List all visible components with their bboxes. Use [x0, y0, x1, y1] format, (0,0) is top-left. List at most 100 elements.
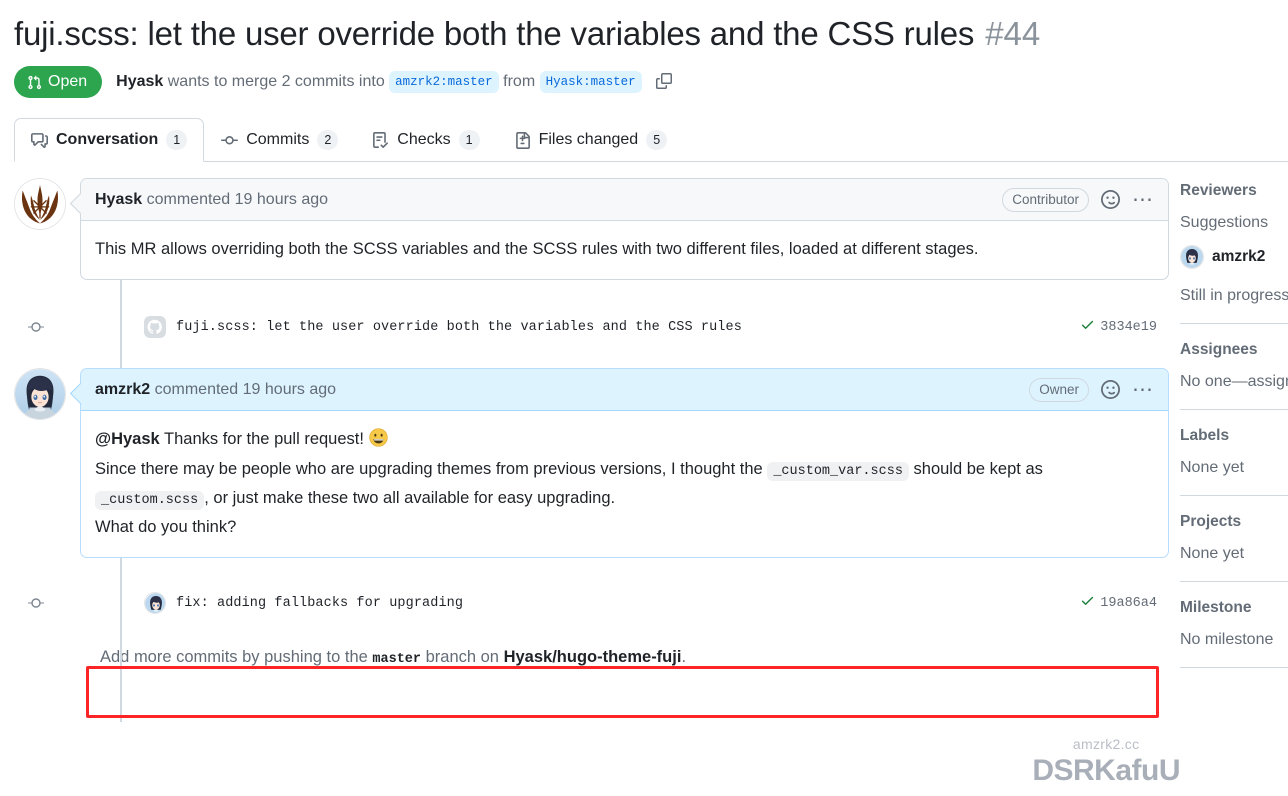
- pull-request-page: fuji.scss: let the user override both th…: [0, 0, 1288, 796]
- comment-card: amzrk2 commented 19 hours ago Owner ⋯ @H…: [80, 368, 1169, 558]
- comment-action: commented: [146, 190, 231, 208]
- pr-subheader: Open Hyask wants to merge 2 commits into…: [0, 56, 1288, 98]
- comment-thread: Hyask commented 19 hours ago Contributor: [14, 178, 1169, 280]
- comment-author[interactable]: Hyask: [95, 191, 142, 208]
- sidebar-labels-title[interactable]: Labels: [1180, 427, 1288, 445]
- git-commit-icon: [221, 132, 239, 149]
- comment-header: amzrk2 commented 19 hours ago Owner ⋯: [81, 369, 1168, 411]
- sidebar-milestone-value: No milestone: [1180, 631, 1274, 648]
- pr-tabs: Conversation 1 Commits 2 Checks 1 Files …: [14, 118, 1288, 162]
- comment-header: Hyask commented 19 hours ago Contributor: [81, 179, 1168, 221]
- divider: [1180, 667, 1288, 668]
- jedi-order-avatar: [15, 179, 65, 229]
- kebab-menu-icon[interactable]: ⋯: [1132, 379, 1154, 400]
- comment-header-actions: Contributor ⋯: [1002, 187, 1154, 212]
- note-prefix: Add more commits by pushing to the: [100, 648, 368, 666]
- commit-hash-group: 19a86a4: [1080, 593, 1169, 613]
- sidebar-reviewers-subtitle: Suggestions: [1180, 214, 1269, 231]
- note-middle: branch on: [425, 648, 499, 666]
- avatar[interactable]: [14, 368, 66, 420]
- watermark-site: amzrk2.cc: [1072, 736, 1140, 752]
- sidebar-reviewer-name: amzrk2: [1212, 248, 1266, 265]
- base-branch-chip[interactable]: amzrk2:master: [389, 70, 499, 93]
- sidebar-labels-value: None yet: [1180, 459, 1245, 476]
- tab-files-changed-count: 5: [646, 130, 668, 150]
- sidebar-reviewers-title[interactable]: Reviewers: [1180, 182, 1288, 200]
- sidebar-milestone-title[interactable]: Milestone: [1180, 599, 1288, 617]
- commit-dot-icon: [28, 595, 44, 611]
- comment-discussion-icon: [31, 132, 48, 149]
- sidebar-projects-value: None yet: [1180, 545, 1245, 562]
- comment-line-4: What do you think?: [95, 518, 237, 536]
- file-diff-icon: [514, 131, 531, 149]
- comment-text: This MR allows overriding both the SCSS …: [95, 240, 979, 258]
- sidebar-assignees-value[interactable]: No one—assign: [1180, 373, 1288, 391]
- note-repo[interactable]: Hyask/hugo-theme-fuji: [504, 648, 682, 666]
- commit-sha[interactable]: 19a86a4: [1100, 596, 1157, 611]
- tab-commits[interactable]: Commits 2: [204, 118, 355, 162]
- sidebar-section-projects: Projects None yet: [1169, 513, 1288, 563]
- tab-conversation-count: 1: [166, 130, 188, 150]
- merge-description: Hyask wants to merge 2 commits into amzr…: [116, 70, 673, 94]
- timeline-column: Hyask commented 19 hours ago Contributor: [14, 162, 1169, 722]
- comment-action: commented: [154, 380, 239, 398]
- commit-dot-icon: [28, 319, 44, 335]
- page-title-row: fuji.scss: let the user override both th…: [0, 0, 1288, 56]
- head-branch-chip[interactable]: Hyask:master: [539, 70, 642, 93]
- sidebar-review-status: Still in progress: [1180, 287, 1288, 304]
- tab-checks-count: 1: [458, 130, 480, 150]
- tab-files-changed[interactable]: Files changed 5: [497, 118, 685, 162]
- commit-message[interactable]: fix: adding fallbacks for upgrading: [176, 596, 463, 611]
- comment-line-2-b: should be kept as: [913, 460, 1043, 478]
- comment-line-2-a: Since there may be people who are upgrad…: [95, 460, 763, 478]
- comment-timestamp: 19 hours ago: [234, 190, 329, 208]
- user-mention[interactable]: @Hyask: [95, 430, 160, 448]
- copy-icon[interactable]: [656, 72, 673, 94]
- commit-hash-group: 3834e19: [1080, 317, 1169, 337]
- anime-girl-avatar: [15, 369, 65, 419]
- add-commits-note: Add more commits by pushing to the maste…: [100, 648, 1169, 667]
- grinning-face-emoji: [368, 428, 388, 456]
- role-badge: Owner: [1029, 377, 1089, 402]
- checklist-icon: [372, 131, 389, 149]
- page-title: fuji.scss: let the user override both th…: [14, 15, 975, 52]
- sidebar-assignees-title[interactable]: Assignees: [1180, 341, 1288, 359]
- smiley-icon[interactable]: [1101, 190, 1120, 209]
- divider: [1180, 323, 1288, 324]
- note-suffix: .: [681, 648, 687, 666]
- commit-row: fix: adding fallbacks for upgrading 19a8…: [28, 580, 1169, 626]
- tab-checks-label: Checks: [397, 131, 451, 148]
- divider: [1180, 409, 1288, 410]
- comment-author[interactable]: amzrk2: [95, 381, 150, 398]
- smiley-icon[interactable]: [1101, 380, 1120, 399]
- divider: [1180, 581, 1288, 582]
- merge-text-1: wants to merge 2 commits into: [167, 72, 385, 90]
- commit-message[interactable]: fuji.scss: let the user override both th…: [176, 320, 742, 335]
- sidebar-reviewer-user[interactable]: amzrk2: [1180, 245, 1288, 269]
- tab-conversation-label: Conversation: [56, 131, 159, 148]
- anime-girl-avatar: [144, 592, 166, 614]
- tab-commits-label: Commits: [246, 131, 310, 148]
- comment-thread: amzrk2 commented 19 hours ago Owner ⋯ @H…: [14, 368, 1169, 558]
- comment-body: @Hyask Thanks for the pull request! Sinc…: [81, 411, 1168, 557]
- pr-body: Hyask commented 19 hours ago Contributor: [0, 162, 1288, 722]
- comment-author-line: Hyask commented 19 hours ago: [95, 191, 328, 209]
- tab-conversation[interactable]: Conversation 1: [14, 118, 205, 162]
- kebab-menu-icon[interactable]: ⋯: [1132, 189, 1154, 210]
- avatar[interactable]: [14, 178, 66, 230]
- tab-checks[interactable]: Checks 1: [355, 118, 496, 162]
- sidebar-projects-title[interactable]: Projects: [1180, 513, 1288, 531]
- inline-code: _custom.scss: [95, 491, 205, 510]
- watermark-name: DSRKafuU: [1032, 754, 1180, 787]
- status-badge-label: Open: [48, 73, 88, 90]
- comment-header-actions: Owner ⋯: [1029, 377, 1154, 402]
- role-badge: Contributor: [1002, 187, 1089, 212]
- tab-commits-count: 2: [317, 130, 339, 150]
- comment-line-3-text: , or just make these two all available f…: [204, 489, 616, 507]
- status-badge: Open: [14, 66, 103, 98]
- comment-author-line: amzrk2 commented 19 hours ago: [95, 381, 336, 399]
- commit-sha[interactable]: 3834e19: [1100, 320, 1157, 335]
- tab-files-changed-label: Files changed: [538, 131, 639, 148]
- sidebar-section-reviewers: Reviewers Suggestions amzrk2 Still in pr…: [1169, 182, 1288, 305]
- check-icon: [1080, 317, 1095, 337]
